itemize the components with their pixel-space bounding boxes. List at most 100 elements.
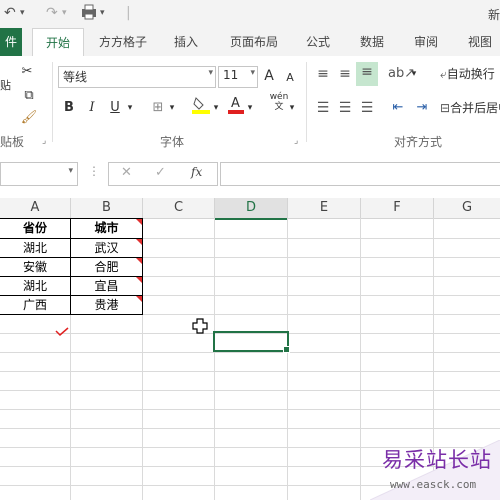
wrap-text-button[interactable]: ⤶自动换行: [440, 64, 500, 84]
column-header-f[interactable]: F: [361, 198, 434, 219]
undo-icon[interactable]: ↶: [4, 4, 16, 22]
font-size-select[interactable]: 11 ▾: [218, 66, 258, 88]
formula-bar: ▾ ⋮ ✕ ✓ fx: [0, 150, 500, 198]
cell-a1[interactable]: 省份: [0, 219, 70, 238]
comment-indicator-icon: [136, 277, 142, 283]
italic-button[interactable]: I: [86, 98, 98, 118]
cell-a4[interactable]: 湖北: [0, 277, 70, 296]
phonetic-guide-button[interactable]: wén 文: [268, 92, 290, 112]
font-name-select[interactable]: 等线 ▾: [58, 66, 216, 88]
ribbon: ✂ ⧉ 🖌 贴 贴板 ⌟ 等线 ▾ 11 ▾ A A B I U ▾ ⊞ ▾ ▾…: [0, 56, 500, 151]
comment-indicator-icon: [136, 239, 142, 245]
bold-button[interactable]: B: [62, 98, 76, 118]
cell-a5[interactable]: 广西: [0, 296, 70, 315]
phonetic-text: wén: [269, 92, 289, 102]
align-bottom-icon[interactable]: ≡: [356, 62, 378, 86]
chevron-down-icon[interactable]: ▾: [126, 98, 134, 118]
cell-a2[interactable]: 湖北: [0, 239, 70, 258]
column-header-d[interactable]: D: [215, 198, 288, 220]
chevron-down-icon: ▾: [208, 68, 213, 78]
chevron-down-icon[interactable]: ▾: [168, 98, 176, 118]
increase-indent-icon[interactable]: ⇥: [412, 98, 432, 118]
tab-view[interactable]: 视图: [460, 28, 500, 56]
chevron-down-icon[interactable]: ▾: [288, 98, 296, 118]
merge-icon: ⊟: [440, 101, 451, 115]
svg-text:A: A: [231, 96, 240, 111]
active-cell[interactable]: [213, 331, 289, 352]
cell-b2[interactable]: 武汉: [71, 239, 142, 258]
column-header-e[interactable]: E: [288, 198, 361, 219]
cell-b3[interactable]: 合肥: [71, 258, 142, 277]
font-name-value: 等线: [63, 70, 88, 84]
tab-data[interactable]: 数据: [352, 28, 392, 56]
fill-color-icon[interactable]: [192, 94, 210, 114]
copy-icon[interactable]: ⧉: [18, 86, 40, 106]
shrink-font-button[interactable]: A: [284, 68, 296, 88]
column-header-b[interactable]: B: [71, 198, 143, 219]
decrease-indent-icon[interactable]: ⇤: [388, 98, 408, 118]
align-center-icon[interactable]: ☰: [336, 98, 354, 118]
tab-insert[interactable]: 插入: [166, 28, 206, 56]
redo-icon[interactable]: ↷: [46, 4, 58, 22]
insert-function-icon[interactable]: fx: [191, 165, 202, 179]
watermark-text: 易采站长站: [382, 448, 492, 472]
enter-icon[interactable]: ✓: [155, 165, 166, 180]
print-preview-icon[interactable]: [80, 4, 98, 22]
comment-indicator-icon: [136, 258, 142, 264]
wrap-text-icon: ⤶: [440, 67, 447, 81]
cell-a3[interactable]: 安徽: [0, 258, 70, 277]
chevron-down-icon[interactable]: ▾: [212, 98, 220, 118]
tab-page-layout[interactable]: 页面布局: [222, 28, 286, 56]
cut-icon[interactable]: ✂: [18, 62, 36, 82]
column-header-c[interactable]: C: [143, 198, 215, 219]
column-header-a[interactable]: A: [0, 198, 71, 219]
tab-review[interactable]: 审阅: [406, 28, 446, 56]
tab-formulas[interactable]: 公式: [298, 28, 338, 56]
font-color-icon[interactable]: A: [228, 94, 244, 114]
tab-file[interactable]: 件: [0, 28, 22, 56]
clipboard-group-label: 贴板: [0, 135, 25, 149]
comment-indicator-icon: [136, 219, 142, 225]
customize-qat-icon[interactable]: ▾: [100, 4, 105, 22]
orientation-icon[interactable]: ab↗: [388, 64, 415, 84]
font-launcher-icon[interactable]: ⌟: [294, 136, 298, 146]
alignment-group-label: 对齐方式: [394, 135, 443, 149]
borders-icon[interactable]: ⊞: [150, 98, 166, 118]
wrap-text-label: 自动换行: [446, 67, 495, 81]
name-box[interactable]: ▾: [0, 162, 78, 186]
merge-center-button[interactable]: ⊟合并后居中: [440, 98, 500, 118]
watermark-url: www.easck.com: [390, 478, 477, 491]
cell-cursor-icon: [192, 318, 208, 334]
align-left-icon[interactable]: ☰: [314, 98, 332, 118]
cell-b1[interactable]: 城市: [71, 219, 142, 238]
align-right-icon[interactable]: ☰: [358, 98, 376, 118]
clipboard-launcher-icon[interactable]: ⌟: [42, 136, 46, 146]
chevron-down-icon[interactable]: ▾: [246, 98, 254, 118]
tab-fangfang[interactable]: 方方格子: [92, 28, 154, 56]
align-top-icon[interactable]: ≡: [314, 64, 332, 84]
red-check-annotation-icon: [55, 327, 69, 337]
font-size-value: 11: [223, 68, 239, 82]
underline-button[interactable]: U: [108, 98, 122, 118]
align-middle-icon[interactable]: ≡: [336, 64, 354, 84]
chevron-down-icon[interactable]: ▾: [68, 166, 73, 176]
cell-b4[interactable]: 宜昌: [71, 277, 142, 296]
chevron-down-icon: ▾: [250, 68, 255, 78]
watermark: 易采站长站 www.easck.com: [370, 440, 500, 500]
ribbon-tabs: 件 开始 方方格子 插入 页面布局 公式 数据 审阅 视图: [0, 28, 500, 57]
redo-dropdown-icon[interactable]: ▾: [62, 4, 67, 22]
fill-handle[interactable]: [283, 346, 290, 353]
column-header-g[interactable]: G: [434, 198, 500, 219]
tab-home[interactable]: 开始: [32, 28, 84, 57]
font-group-label: 字体: [160, 135, 185, 149]
grow-font-button[interactable]: A: [262, 66, 276, 86]
cell-b5[interactable]: 贵港: [71, 296, 142, 315]
comment-indicator-icon: [136, 296, 142, 302]
undo-dropdown-icon[interactable]: ▾: [20, 4, 25, 22]
format-painter-icon[interactable]: 🖌: [18, 108, 40, 128]
chevron-down-icon[interactable]: ▾: [410, 64, 418, 84]
formula-input[interactable]: [220, 162, 500, 186]
paste-button[interactable]: 贴: [0, 76, 11, 96]
cancel-icon[interactable]: ✕: [121, 165, 132, 180]
formula-buttons: ✕ ✓ fx: [108, 162, 218, 186]
